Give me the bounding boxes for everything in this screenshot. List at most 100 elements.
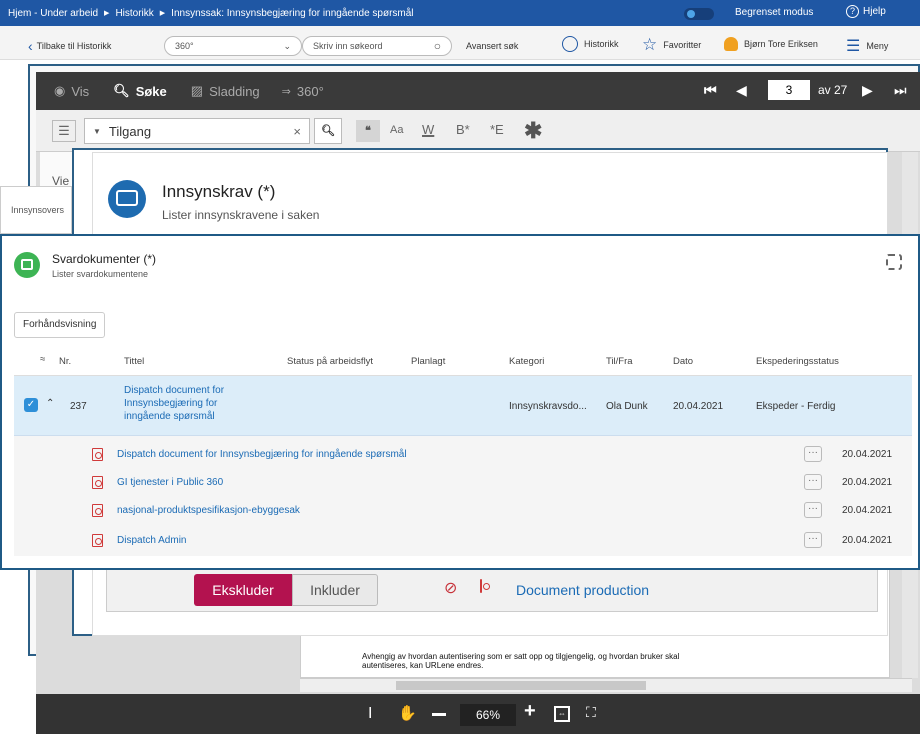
match-case-icon[interactable]: Aa xyxy=(390,124,403,136)
advanced-search-link[interactable]: Avansert søk xyxy=(466,41,518,51)
search-icon[interactable]: ○ xyxy=(434,39,441,53)
file-link[interactable]: Dispatch Admin xyxy=(117,535,804,546)
user-name: Bjørn Tore Eriksen xyxy=(744,39,818,49)
row-exp: Ekspeder - Ferdig xyxy=(756,401,836,412)
scope-value: 360° xyxy=(175,41,194,51)
back-link[interactable]: ‹ Tilbake til Historikk xyxy=(28,38,111,54)
col-tofrom[interactable]: Til/Fra xyxy=(606,356,633,367)
breadcrumb-case[interactable]: Innsynssak: Innsynsbegjæring for inngåen… xyxy=(171,8,413,19)
col-nr[interactable]: Nr. xyxy=(59,356,71,367)
row-nr: 237 xyxy=(70,401,87,412)
text-cursor-icon[interactable]: I xyxy=(368,705,372,723)
expand-icon[interactable] xyxy=(886,254,902,270)
col-title[interactable]: Tittel xyxy=(124,356,144,367)
zoom-out-icon[interactable] xyxy=(432,713,446,716)
search-icon: 🔍︎ xyxy=(113,83,130,98)
file-link[interactable]: Dispatch document for Innsynsbegjæring f… xyxy=(117,449,804,460)
list-item: nasjonal-produktspesifikasjon-ebyggesak … xyxy=(92,500,912,520)
scrollbar-thumb[interactable] xyxy=(396,681,646,690)
scope-select[interactable]: 360° ⌄ xyxy=(164,36,302,56)
col-category[interactable]: Kategori xyxy=(509,356,544,367)
col-date[interactable]: Dato xyxy=(673,356,693,367)
fit-width-icon[interactable]: ⇔ xyxy=(554,706,570,722)
favorites-label: Favoritter xyxy=(663,40,702,50)
breadcrumb-home[interactable]: Hjem - Under arbeid xyxy=(8,8,98,19)
more-button[interactable]: ··· xyxy=(804,474,822,490)
col-planned[interactable]: Planlagt xyxy=(411,356,445,367)
menu-button[interactable]: ☰ Meny xyxy=(846,36,888,56)
asterisk-icon[interactable]: ✱ xyxy=(524,118,542,144)
hand-icon[interactable]: ✋ xyxy=(398,704,417,722)
history-label: Historikk xyxy=(584,39,619,49)
overview-tab[interactable]: Innsynsovers xyxy=(0,186,72,234)
overview-tab-label: Innsynsovers xyxy=(11,205,65,215)
list-item: GI tjenester i Public 360 ··· 20.04.2021 xyxy=(92,472,912,492)
favorites-link[interactable]: ☆ Favoritter xyxy=(642,35,701,55)
row-checkbox[interactable]: ✓ xyxy=(24,398,38,412)
zoom-in-icon[interactable]: + xyxy=(524,700,536,723)
pdf-icon xyxy=(92,503,103,517)
tab-sok[interactable]: 🔍︎ Søke xyxy=(113,83,167,99)
redact-icon: ▨ xyxy=(190,83,204,98)
caret-down-icon: ▼ xyxy=(93,126,101,136)
clear-icon[interactable]: × xyxy=(293,124,301,139)
document-production-link[interactable]: Document production xyxy=(516,582,649,598)
file-date: 20.04.2021 xyxy=(842,534,893,546)
forbidden-icon: ⊘ xyxy=(444,580,458,597)
quote-icon[interactable]: ❝ xyxy=(356,120,380,142)
fullscreen-icon[interactable]: ⛶ xyxy=(586,704,596,721)
horizontal-scrollbar[interactable] xyxy=(300,678,912,692)
breadcrumb-history[interactable]: Historikk xyxy=(115,8,153,19)
wildcard-begin-icon[interactable]: B* xyxy=(456,122,470,137)
tab-sladding[interactable]: ▨ Sladding xyxy=(191,83,260,99)
collapse-all-icon[interactable]: ≈ xyxy=(40,354,45,365)
list-icon[interactable]: ☰ xyxy=(52,120,76,142)
pdf-icon xyxy=(92,533,103,547)
page-number-input[interactable]: 3 xyxy=(768,80,810,100)
back-label: Tilbake til Historikk xyxy=(36,41,112,51)
zoom-level[interactable]: 66% xyxy=(460,704,516,726)
search-input[interactable]: Skriv inn søkeord ○ xyxy=(302,36,452,56)
user-menu[interactable]: Bjørn Tore Eriksen xyxy=(724,37,818,51)
first-page-icon[interactable]: ⏮ xyxy=(704,82,717,99)
file-date: 20.04.2021 xyxy=(842,476,893,488)
prev-page-icon[interactable]: ◀ xyxy=(736,82,747,99)
pdf-icon xyxy=(92,475,103,489)
tab-360-label: 360° xyxy=(296,83,324,99)
search-button[interactable]: 🔍︎ xyxy=(314,118,342,144)
col-status[interactable]: Status på arbeidsflyt xyxy=(287,356,373,367)
document-icon xyxy=(14,252,40,278)
pdf-icon xyxy=(480,579,482,593)
whole-word-icon[interactable]: W xyxy=(422,122,434,137)
preview-button[interactable]: Forhåndsvisning xyxy=(14,312,106,338)
col-exp[interactable]: Ekspederingsstatus xyxy=(756,356,839,367)
document-text: Avhengig av hvordan autentisering som er… xyxy=(362,652,882,670)
include-button[interactable]: Inkluder xyxy=(292,574,378,606)
next-page-icon[interactable]: ▶ xyxy=(862,82,873,99)
more-button[interactable]: ··· xyxy=(804,502,822,518)
arrow-right-icon: ⇒ xyxy=(281,85,291,98)
file-link[interactable]: nasjonal-produktspesifikasjon-ebyggesak xyxy=(117,505,804,516)
chevron-up-icon[interactable]: ⌃ xyxy=(46,398,54,409)
restricted-mode-label: Begrenset modus xyxy=(735,7,814,18)
more-button[interactable]: ··· xyxy=(804,532,822,548)
last-page-icon[interactable]: ⏭ xyxy=(894,82,907,99)
tab-vis[interactable]: ◉ Vis xyxy=(54,83,89,99)
search-placeholder: Skriv inn søkeord xyxy=(313,41,383,51)
file-link[interactable]: GI tjenester i Public 360 xyxy=(117,477,804,488)
pdf-icon xyxy=(92,447,103,461)
exclude-button[interactable]: Ekskluder xyxy=(194,574,292,606)
menu-label: Meny xyxy=(866,41,889,51)
tab-360[interactable]: ⇒ 360° xyxy=(282,84,324,99)
wildcard-end-icon[interactable]: *E xyxy=(490,122,504,137)
restricted-mode-toggle[interactable] xyxy=(684,8,714,20)
menu-icon: ☰ xyxy=(846,38,861,55)
filter-select[interactable]: ▼ Tilgang × xyxy=(84,118,310,144)
help-link[interactable]: ? Hjelp xyxy=(846,5,886,18)
more-button[interactable]: ··· xyxy=(804,446,822,462)
history-link[interactable]: Historikk xyxy=(562,36,619,52)
row-title-link[interactable]: Dispatch document for Innsynsbegjæring f… xyxy=(124,384,254,423)
list-item: Dispatch Admin ··· 20.04.2021 xyxy=(92,530,912,550)
star-icon: ☆ xyxy=(642,35,658,54)
eye-icon: ◉ xyxy=(54,83,66,98)
